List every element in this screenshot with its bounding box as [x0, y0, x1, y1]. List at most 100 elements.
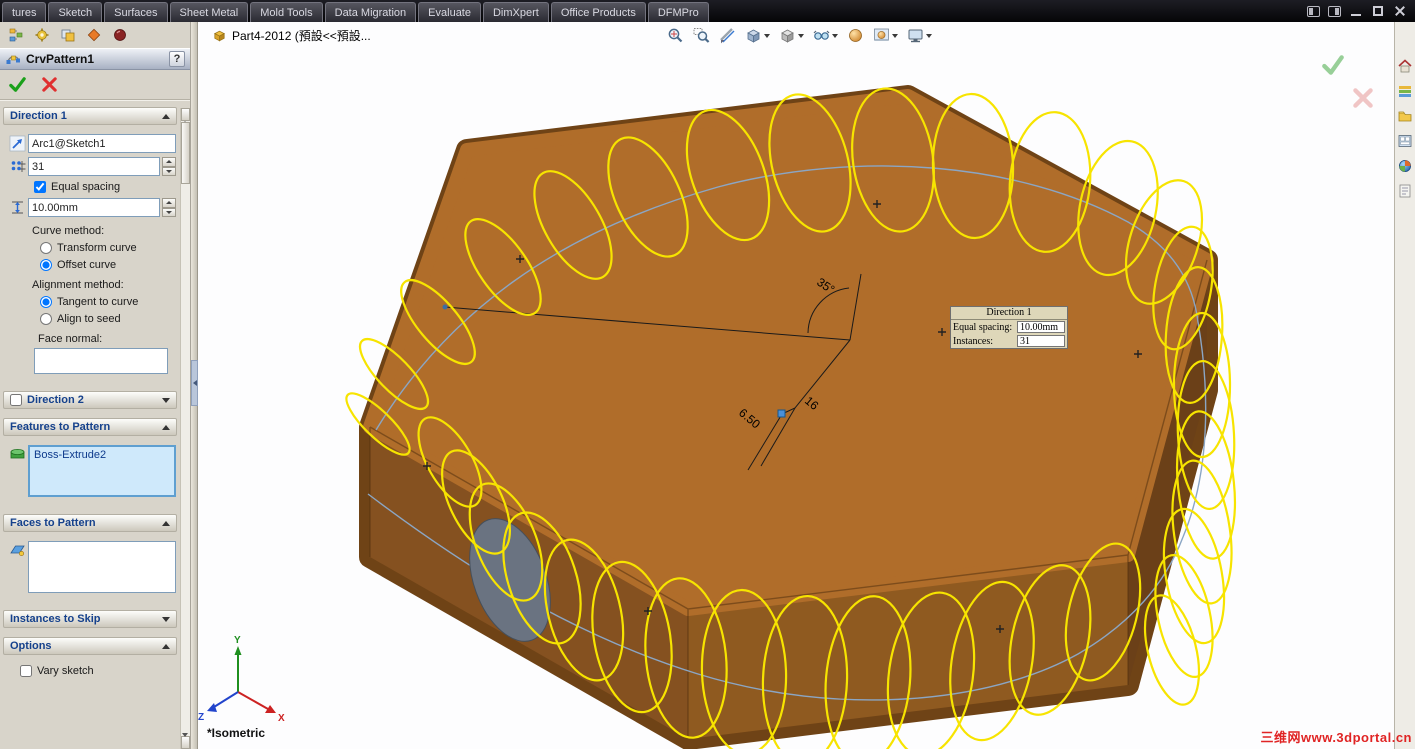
- panel-scrollbar[interactable]: [180, 108, 190, 749]
- pattern-callout[interactable]: Direction 1 Equal spacing: 10.00mm Insta…: [950, 306, 1068, 349]
- tab-features[interactable]: tures: [2, 2, 47, 22]
- align-to-seed-label: Align to seed: [57, 313, 121, 325]
- tab-office-products[interactable]: Office Products: [550, 2, 646, 22]
- direction-1-header[interactable]: Direction 1: [3, 107, 177, 125]
- faces-icon: [6, 541, 28, 558]
- home-icon[interactable]: [1397, 58, 1413, 74]
- scroll-down-button[interactable]: [181, 733, 190, 749]
- close-button[interactable]: [1393, 4, 1407, 18]
- tab-surfaces[interactable]: Surfaces: [104, 2, 168, 22]
- displaymanager-tab-icon[interactable]: [112, 27, 128, 43]
- ok-button[interactable]: [8, 74, 28, 94]
- display-style-button[interactable]: [776, 24, 807, 47]
- configurationmanager-tab-icon[interactable]: [60, 27, 76, 43]
- vary-sketch-checkbox[interactable]: [20, 665, 32, 677]
- cancel-button[interactable]: [40, 74, 60, 94]
- spacing-input[interactable]: [28, 198, 160, 217]
- help-button[interactable]: ?: [169, 51, 185, 67]
- transform-curve-label: Transform curve: [57, 242, 137, 254]
- instance-count-spinner[interactable]: [162, 157, 176, 176]
- equal-spacing-checkbox[interactable]: [34, 181, 46, 193]
- tangent-to-curve-radio[interactable]: [40, 296, 52, 308]
- callout-instances-label: Instances:: [953, 335, 993, 347]
- edit-appearance-button[interactable]: [844, 24, 867, 47]
- callout-instances-value[interactable]: 31: [1017, 335, 1065, 347]
- zoom-to-area-button[interactable]: [690, 24, 713, 47]
- propertymanager-tab-icon[interactable]: [34, 27, 50, 43]
- hide-show-items-button[interactable]: [810, 24, 841, 47]
- features-to-pattern-header[interactable]: Features to Pattern: [3, 418, 177, 436]
- part-body[interactable]: [359, 85, 1218, 749]
- window-controls: [1307, 0, 1415, 22]
- restore-button[interactable]: [1371, 4, 1385, 18]
- tab-dfmpro[interactable]: DFMPro: [647, 2, 709, 22]
- offset-curve-row[interactable]: Offset curve: [40, 259, 176, 271]
- tab-sketch[interactable]: Sketch: [48, 2, 103, 22]
- equal-spacing-row[interactable]: Equal spacing: [34, 181, 176, 193]
- faces-to-pattern-header[interactable]: Faces to Pattern: [3, 514, 177, 532]
- dropdown-caret-icon: [764, 33, 770, 38]
- equal-spacing-label: Equal spacing: [51, 181, 121, 193]
- custom-properties-icon[interactable]: [1397, 183, 1413, 199]
- chevron-up-icon: [162, 520, 170, 526]
- panel-splitter[interactable]: [191, 22, 198, 749]
- dropdown-caret-icon: [832, 33, 838, 38]
- appearances-icon[interactable]: [1397, 158, 1413, 174]
- options-header[interactable]: Options: [3, 637, 177, 655]
- curve-start-point[interactable]: [442, 304, 448, 310]
- vary-sketch-row[interactable]: Vary sketch: [20, 665, 176, 677]
- tab-data-migration[interactable]: Data Migration: [324, 2, 417, 22]
- view-settings-button[interactable]: [904, 24, 935, 47]
- panel-collapse-button[interactable]: [191, 360, 198, 406]
- dock-pane-right-icon[interactable]: [1328, 5, 1341, 17]
- dropdown-caret-icon: [926, 33, 932, 38]
- instances-to-skip-title: Instances to Skip: [10, 613, 101, 625]
- scroll-up-button[interactable]: [181, 108, 190, 125]
- spacing-spinner[interactable]: [162, 198, 176, 217]
- design-library-icon[interactable]: [1397, 83, 1413, 99]
- section-view-button[interactable]: [716, 24, 739, 47]
- transform-curve-radio[interactable]: [40, 242, 52, 254]
- apply-scene-button[interactable]: [870, 24, 901, 47]
- dropdown-caret-icon: [892, 33, 898, 38]
- confirm-ok-button[interactable]: [1320, 52, 1346, 78]
- scrollbar-thumb[interactable]: [181, 122, 190, 184]
- instances-to-skip-header[interactable]: Instances to Skip: [3, 610, 177, 628]
- dock-pane-left-icon[interactable]: [1307, 5, 1320, 17]
- instance-count-input[interactable]: [28, 157, 160, 176]
- features-to-pattern-box[interactable]: Boss-Extrude2: [28, 445, 176, 497]
- view-orientation-button[interactable]: [742, 24, 773, 47]
- zoom-to-fit-button[interactable]: [664, 24, 687, 47]
- offset-curve-radio[interactable]: [40, 259, 52, 271]
- face-normal-selection-box[interactable]: [34, 348, 168, 374]
- featuremanager-tab-icon[interactable]: [8, 27, 24, 43]
- confirm-cancel-button[interactable]: [1350, 85, 1376, 111]
- faces-to-pattern-box[interactable]: [28, 541, 176, 593]
- scene-svg[interactable]: 35° 16 6.50 Y X Z: [198, 22, 1394, 749]
- minimize-button[interactable]: [1349, 4, 1363, 18]
- align-to-seed-row[interactable]: Align to seed: [40, 313, 176, 325]
- tangent-to-curve-row[interactable]: Tangent to curve: [40, 296, 176, 308]
- align-to-seed-radio[interactable]: [40, 313, 52, 325]
- transform-curve-row[interactable]: Transform curve: [40, 242, 176, 254]
- pattern-curve-input[interactable]: [28, 134, 176, 153]
- tab-evaluate[interactable]: Evaluate: [418, 2, 481, 22]
- file-explorer-icon[interactable]: [1397, 108, 1413, 124]
- graphics-area[interactable]: 35° 16 6.50 Y X Z Part4-2012 (預設<<預設... …: [198, 22, 1394, 749]
- tab-mold-tools[interactable]: Mold Tools: [250, 2, 323, 22]
- chevron-up-icon: [162, 643, 170, 649]
- tab-dimxpert[interactable]: DimXpert: [482, 2, 549, 22]
- command-manager-tab-bar: tures Sketch Surfaces Sheet Metal Mold T…: [0, 0, 1415, 22]
- selected-feature-item[interactable]: Boss-Extrude2: [30, 447, 174, 463]
- tab-sheet-metal[interactable]: Sheet Metal: [169, 2, 249, 22]
- sketch-point-handle[interactable]: [777, 409, 786, 418]
- view-palette-icon[interactable]: [1397, 133, 1413, 149]
- direction-2-header[interactable]: Direction 2: [3, 391, 177, 409]
- features-to-pattern-body: Boss-Extrude2: [0, 436, 180, 505]
- chevron-up-icon: [162, 424, 170, 430]
- callout-spacing-value[interactable]: 10.00mm: [1017, 321, 1065, 333]
- direction-2-checkbox[interactable]: [10, 394, 22, 406]
- faces-to-pattern-title: Faces to Pattern: [10, 517, 96, 529]
- offset-curve-label: Offset curve: [57, 259, 117, 271]
- dimxpertmanager-tab-icon[interactable]: [86, 27, 102, 43]
